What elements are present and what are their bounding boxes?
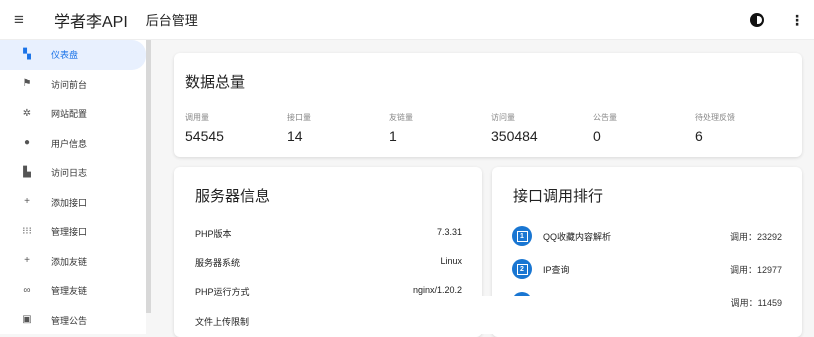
server-row-os: 服务器系统 Linux bbox=[195, 256, 462, 269]
sidebar-item-add-api[interactable]: + 添加接口 bbox=[0, 188, 146, 218]
sidebar-item-access-log[interactable]: ▙ 访问日志 bbox=[0, 158, 146, 188]
server-row-label: 文件上传限制 bbox=[195, 317, 250, 327]
server-row-php-version: PHP版本 7.3.31 bbox=[195, 227, 462, 240]
sidebar-item-label: 管理友链 bbox=[51, 286, 88, 297]
sidebar-item-label: 管理公告 bbox=[51, 315, 88, 326]
server-info-title: 服务器信息 bbox=[195, 188, 271, 205]
server-row-label: 服务器系统 bbox=[195, 258, 241, 268]
sidebar-item-visit-frontend[interactable]: ⚑ 访问前台 bbox=[0, 70, 146, 100]
stats-row: 调用量 54545 接口量 14 友链量 1 访问量 350484 公告量 0 待处理反馈… bbox=[185, 112, 797, 144]
more-menu-icon[interactable]: ⋮ bbox=[790, 13, 804, 27]
sidebar-item-site-config[interactable]: ✲ 网站配置 bbox=[0, 99, 146, 129]
sidebar-item-add-link[interactable]: + 添加友链 bbox=[0, 247, 146, 277]
totals-card: 数据总量 调用量 54545 接口量 14 友链量 1 访问量 350484 公告量 0 … bbox=[174, 53, 802, 157]
stat-label: 友链量 bbox=[389, 113, 413, 122]
stat-value: 350484 bbox=[491, 128, 538, 144]
grid-icon: ⁝⁝⁝ bbox=[22, 225, 32, 237]
stat-label: 公告量 bbox=[593, 113, 617, 122]
sidebar-item-dashboard[interactable]: ▚ 仪表盘 bbox=[0, 40, 146, 70]
totals-title: 数据总量 bbox=[185, 74, 246, 91]
admin-label: 后台管理 bbox=[145, 13, 198, 28]
notice-icon: ▣ bbox=[22, 314, 32, 326]
sidebar-item-manage-links[interactable]: ∞ 管理友链 bbox=[0, 276, 146, 306]
person-icon: ● bbox=[23, 137, 31, 149]
stat-value: 6 bbox=[695, 128, 703, 144]
sidebar-item-label: 添加友链 bbox=[51, 256, 88, 267]
menu-icon[interactable]: ≡ bbox=[14, 11, 34, 28]
stat-value: 54545 bbox=[185, 128, 224, 144]
stat-label: 接口量 bbox=[287, 113, 311, 122]
plus-icon: + bbox=[24, 196, 30, 208]
ranking-api-name: IP查询 bbox=[543, 264, 570, 275]
rank-2-icon: 2 bbox=[512, 259, 532, 279]
sidebar-item-label: 访问日志 bbox=[51, 168, 88, 179]
ranking-call-count: 调用：11459 bbox=[730, 297, 782, 308]
flag-icon: ⚑ bbox=[22, 78, 32, 90]
stat-links: 友链量 1 bbox=[389, 112, 491, 144]
stat-label: 调用量 bbox=[185, 113, 209, 122]
stat-value: 0 bbox=[593, 128, 601, 144]
top-actions: ⋮ bbox=[750, 0, 814, 40]
sidebar-nav: ▚ 仪表盘 ⚑ 访问前台 ✲ 网站配置 ● 用户信息 ▙ 访问日志 + 添加接口 ⁝⁝⁝ 管理… bbox=[0, 40, 146, 334]
stat-label: 待处理反馈 bbox=[695, 113, 735, 122]
server-row-value: 7.3.31 bbox=[436, 227, 462, 237]
ranking-api-name: QQ收藏内容解析 bbox=[543, 231, 612, 242]
sidebar-item-label: 添加接口 bbox=[51, 197, 88, 208]
rank-1-icon: 1 bbox=[512, 226, 532, 246]
plus-icon: + bbox=[24, 255, 30, 267]
stat-visits: 访问量 350484 bbox=[491, 112, 593, 144]
stat-calls: 调用量 54545 bbox=[185, 112, 287, 144]
top-app-bar: ≡ 学者李API 后台管理 ⋮ bbox=[0, 0, 814, 40]
ranking-row[interactable]: 1 QQ收藏内容解析 调用：23292 bbox=[512, 226, 782, 246]
stat-notices: 公告量 0 bbox=[593, 112, 695, 144]
sidebar-item-label: 网站配置 bbox=[51, 109, 88, 120]
gear-icon: ✲ bbox=[22, 107, 32, 119]
loading-overlay bbox=[306, 296, 618, 334]
sidebar-item-label: 仪表盘 bbox=[51, 50, 79, 61]
server-row-label: PHP版本 bbox=[195, 229, 232, 239]
server-row-value: Linux bbox=[440, 256, 462, 266]
api-ranking-title: 接口调用排行 bbox=[513, 188, 604, 205]
app-title[interactable]: 学者李API bbox=[54, 8, 128, 32]
ranking-call-count: 调用：12977 bbox=[729, 264, 782, 275]
document-icon: ▙ bbox=[23, 166, 31, 178]
link-icon: ∞ bbox=[23, 284, 31, 296]
sidebar-item-manage-notices[interactable]: ▣ 管理公告 bbox=[0, 306, 146, 336]
sidebar-item-label: 管理接口 bbox=[51, 227, 88, 238]
dashboard-icon: ▚ bbox=[23, 48, 31, 60]
sidebar-scrollbar[interactable] bbox=[146, 40, 151, 313]
stat-apis: 接口量 14 bbox=[287, 112, 389, 144]
sidebar-item-label: 访问前台 bbox=[51, 79, 88, 90]
stat-feedback: 待处理反馈 6 bbox=[695, 112, 797, 144]
sidebar-item-user-info[interactable]: ● 用户信息 bbox=[0, 129, 146, 159]
ranking-call-count: 调用：23292 bbox=[729, 231, 782, 242]
stat-value: 14 bbox=[287, 128, 303, 144]
theme-toggle-icon[interactable] bbox=[750, 13, 764, 27]
sidebar-item-label: 用户信息 bbox=[51, 138, 88, 149]
stat-label: 访问量 bbox=[491, 113, 515, 122]
stat-value: 1 bbox=[389, 128, 397, 144]
ranking-row[interactable]: 2 IP查询 调用：12977 bbox=[512, 259, 782, 279]
server-row-label: PHP运行方式 bbox=[195, 287, 250, 297]
sidebar-item-manage-api[interactable]: ⁝⁝⁝ 管理接口 bbox=[0, 217, 146, 247]
